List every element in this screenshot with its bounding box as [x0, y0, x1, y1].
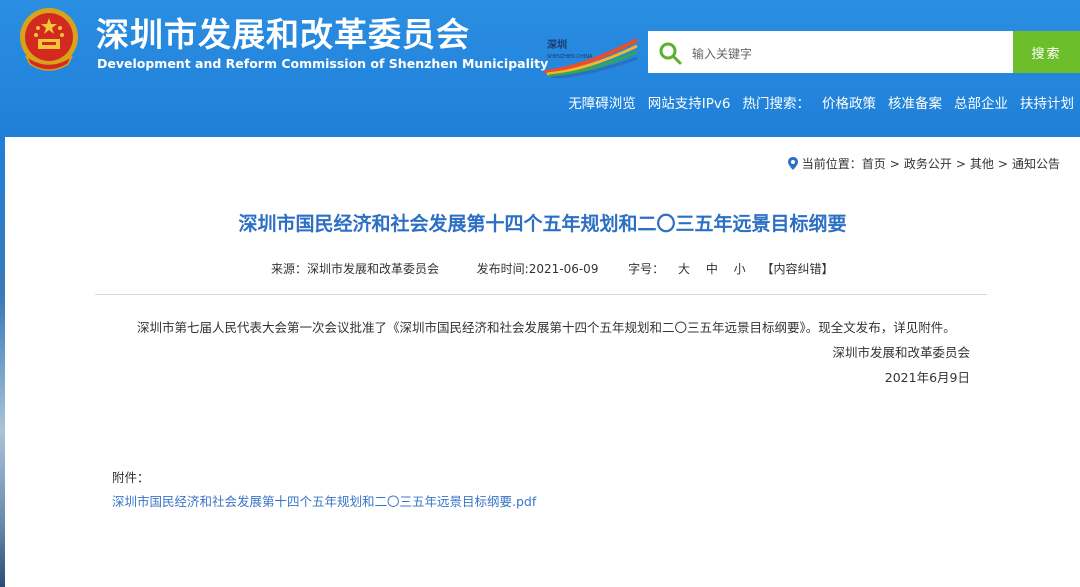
shenzhen-logo-icon: 深圳 SHENZHEN CHINA [544, 38, 638, 78]
site-title: 深圳市发展和改革委员会 [96, 15, 470, 54]
breadcrumb-notices[interactable]: 通知公告 [1012, 155, 1060, 172]
breadcrumb-gov-affairs[interactable]: 政务公开 [904, 155, 952, 172]
font-size-medium[interactable]: 中 [706, 262, 718, 276]
svg-text:SHENZHEN CHINA: SHENZHEN CHINA [547, 54, 593, 60]
breadcrumb-separator: > [997, 156, 1008, 171]
main-content: 当前位置： 首页 > 政务公开 > 其他 > 通知公告 深圳市国民经济和社会发展… [5, 137, 1080, 587]
font-size-small[interactable]: 小 [734, 262, 746, 276]
article-meta: 来源：深圳市发展和改革委员会 发布时间:2021-06-09 字号： 大 中 小… [271, 260, 840, 277]
hot-search-approval-filing[interactable]: 核准备案 [888, 92, 942, 112]
search-input[interactable] [690, 41, 994, 67]
site-subtitle: Development and Reform Commission of She… [97, 56, 549, 71]
top-nav: 无障碍浏览 网站支持IPv6 热门搜索： 价格政策 核准备案 总部企业 扶持计划 [568, 92, 1074, 112]
error-report-link[interactable]: 【内容纠错】 [762, 262, 834, 276]
attachment-label: 附件： [112, 470, 150, 485]
hot-search-price-policy[interactable]: 价格政策 [822, 92, 876, 112]
search-button[interactable]: 搜索 [1013, 31, 1080, 73]
signature-org: 深圳市发展和改革委员会 [832, 345, 970, 360]
national-emblem-icon [20, 8, 78, 71]
breadcrumb-other[interactable]: 其他 [970, 155, 994, 172]
nav-ipv6[interactable]: 网站支持IPv6 [648, 92, 731, 112]
breadcrumb-home[interactable]: 首页 [862, 155, 886, 172]
signature-date: 2021年6月9日 [884, 370, 970, 385]
svg-text:深圳: 深圳 [547, 38, 567, 51]
breadcrumb-label: 当前位置： [801, 157, 862, 171]
article-title: 深圳市国民经济和社会发展第十四个五年规划和二〇三五年远景目标纲要 [238, 213, 847, 235]
article-publish-time: 发布时间:2021-06-09 [476, 262, 599, 276]
divider [95, 294, 987, 295]
font-size-large[interactable]: 大 [678, 262, 690, 276]
breadcrumb: 当前位置： 首页 > 政务公开 > 其他 > 通知公告 [787, 155, 1060, 172]
attachment-link[interactable]: 深圳市国民经济和社会发展第十四个五年规划和二〇三五年远景目标纲要.pdf [112, 491, 536, 510]
hot-search-support-plan[interactable]: 扶持计划 [1020, 92, 1074, 112]
font-size-label: 字号： [628, 262, 665, 276]
article-source: 来源：深圳市发展和改革委员会 [271, 262, 440, 276]
site-header: 深圳市发展和改革委员会 Development and Reform Commi… [0, 0, 1080, 137]
nav-accessible-browse[interactable]: 无障碍浏览 [568, 92, 636, 112]
hot-search-headquarters[interactable]: 总部企业 [954, 92, 1008, 112]
breadcrumb-separator: > [955, 156, 966, 171]
search-icon[interactable] [658, 41, 682, 65]
article-body: 深圳市第七届人民代表大会第一次会议批准了《深圳市国民经济和社会发展第十四个五年规… [137, 320, 956, 335]
breadcrumb-separator: > [889, 156, 900, 171]
location-pin-icon [787, 157, 798, 170]
hot-search-label: 热门搜索： [742, 96, 811, 112]
